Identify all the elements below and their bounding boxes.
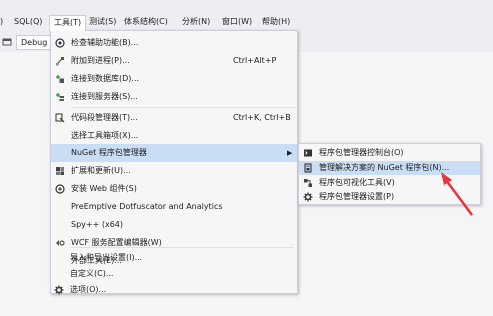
menu-item-connect-server[interactable]: 连接到服务器(S)... [51,88,297,106]
wcf-config-icon [56,240,65,246]
menu-item-label: 扩展和更新(U)... [71,166,131,175]
submenu-item-label: 程序包管理器控制台(O) [319,148,404,157]
menu-item-shortcut: Ctrl+Alt+P [233,56,277,65]
submenu-item-manage-nuget-packages[interactable]: 管理解决方案的 NuGet 程序包(N)... [299,161,480,175]
extensions-icon [56,167,64,175]
menu-item-label: 连接到数据库(D)... [71,74,140,83]
menu-item-label: 代码段管理器(T)... [71,113,138,122]
menu-analyze[interactable]: 分析(N) [182,16,210,28]
connect-server-icon [56,93,64,101]
solution-config-dropdown[interactable]: Debug [16,35,53,50]
nuget-package-icon [304,163,312,173]
menu-item-connect-database[interactable]: 连接到数据库(D)... [51,70,297,88]
submenu-item-package-manager-settings[interactable]: 程序包管理器设置(P) [299,190,480,204]
menu-item-preemptive-dotfuscator[interactable]: PreEmptive Dotfuscator and Analytics [51,198,297,216]
menu-item-spy-plus-plus[interactable]: Spy++ (x64) [51,216,297,234]
code-snippet-icon [55,113,65,123]
menu-item-label: 选项(O)... [70,285,107,294]
menu-item-code-snippets[interactable]: 代码段管理器(T)... Ctrl+K, Ctrl+B [51,109,297,127]
gear-icon [303,192,313,202]
menu-sql[interactable]: SQL(Q) [14,16,42,28]
submenu-item-label: 程序包管理器设置(P) [319,192,395,201]
gear-icon [54,285,64,295]
submenu-item-label: 程序包可视化工具(V) [319,178,395,187]
console-icon [304,149,312,157]
menu-window[interactable]: 窗口(W) [222,16,252,28]
menu-item-label: 安装 Web 组件(S) [71,184,137,193]
attach-process-icon [56,57,64,66]
accessibility-icon [55,38,65,48]
submenu-item-package-manager-console[interactable]: 程序包管理器控制台(O) [299,146,480,160]
nuget-submenu: 程序包管理器控制台(O) 管理解决方案的 NuGet 程序包(N)... 程序包… [298,143,481,205]
submenu-arrow-icon: ▶ [287,149,293,157]
menu-item-extensions-updates[interactable]: 扩展和更新(U)... [51,162,297,180]
menu-item-label: 检查辅助功能(B)... [71,38,139,47]
menu-help[interactable]: 帮助(H) [262,16,290,28]
menu-separator [71,107,295,108]
connect-database-icon [56,75,64,83]
menu-item-label: PreEmptive Dotfuscator and Analytics [71,202,223,211]
menu-item-choose-toolbox-items[interactable]: 选择工具箱项(X)... [51,127,297,145]
menu-item-label: NuGet 程序包管理器 [71,148,147,157]
menu-tools[interactable]: 工具(T) [49,15,87,31]
menu-test[interactable]: 测试(S) [89,16,116,28]
menu-bar: ) SQL(Q) 工具(T) 测试(S) 体系结构(C) 分析(N) 窗口(W)… [0,0,493,32]
submenu-item-label: 管理解决方案的 NuGet 程序包(N)... [319,163,450,172]
menu-item-label: 连接到服务器(S)... [71,92,138,101]
menu-architecture[interactable]: 体系结构(C) [124,16,168,28]
menu-item-check-accessibility[interactable]: 检查辅助功能(B)... [51,34,297,52]
menu-item-attach-to-process[interactable]: 附加到进程(P)... Ctrl+Alt+P [51,52,297,70]
window-icon[interactable] [2,37,12,47]
menu-item-shortcut: Ctrl+K, Ctrl+B [233,113,291,122]
menu-item-options[interactable]: 选项(O)... [50,281,296,299]
menu-item-nuget-package-manager[interactable]: NuGet 程序包管理器 ▶ [51,144,297,162]
menu-item-label: 附加到进程(P)... [71,56,130,65]
menu-item-install-web-components[interactable]: 安装 Web 组件(S) [51,180,297,198]
menu-item-label: 选择工具箱项(X)... [71,131,139,140]
menu-item-label: Spy++ (x64) [71,220,123,229]
web-platform-icon [55,184,65,194]
visualizer-icon [304,179,312,187]
menu-partial[interactable]: ) [0,16,3,28]
submenu-item-package-visualizer[interactable]: 程序包可视化工具(V) [299,176,480,190]
